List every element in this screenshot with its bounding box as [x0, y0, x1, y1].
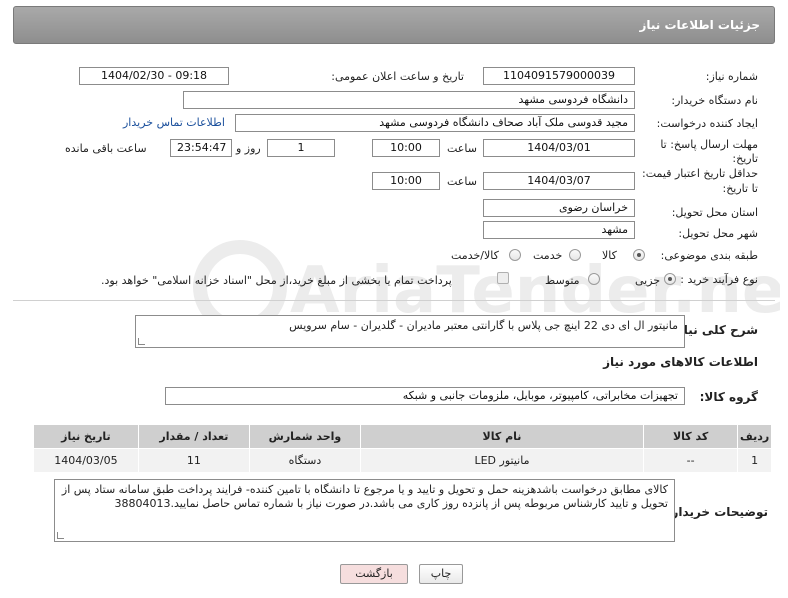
- category-radio-goods-service[interactable]: [509, 249, 521, 261]
- col-need-date: تاریخ نیاز: [33, 424, 139, 449]
- col-quantity: تعداد / مقدار: [137, 424, 250, 449]
- description-text: مانیتور ال ای دی 22 اینچ جی پلاس با گارا…: [289, 319, 678, 332]
- reply-date-field: 1404/03/01: [483, 139, 635, 157]
- price-validity-time-label: ساعت: [447, 175, 477, 188]
- buyer-notes-field: کالای مطابق درخواست باشدهزینه حمل و تحوی…: [54, 479, 675, 542]
- section-divider: [13, 300, 775, 301]
- resize-handle-icon[interactable]: [138, 338, 145, 345]
- goods-group-label: گروه کالا:: [699, 390, 758, 404]
- price-validity-label-2: تا تاریخ:: [722, 182, 758, 195]
- goods-group-field: تجهیزات مخابراتی، کامپیوتر، موبایل، ملزو…: [165, 387, 685, 405]
- category-option-service: خدمت: [533, 249, 563, 262]
- requester-field: مجید قدوسی ملک آباد صحاف دانشگاه فردوسی …: [235, 114, 635, 132]
- treasury-payment-note: پرداخت تمام یا بخشی از مبلغ خرید،از محل …: [101, 274, 452, 287]
- process-radio-minor[interactable]: [664, 273, 676, 285]
- description-field: مانیتور ال ای دی 22 اینچ جی پلاس با گارا…: [135, 315, 685, 348]
- reply-deadline-label-2: تاریخ:: [732, 152, 758, 165]
- need-number-field: 1104091579000039: [483, 67, 635, 85]
- cell-name: مانیتور LED: [360, 448, 644, 473]
- treasury-payment-checkbox[interactable]: [497, 272, 509, 284]
- reply-time-label: ساعت: [447, 142, 477, 155]
- category-radio-service[interactable]: [569, 249, 581, 261]
- province-label: استان محل تحویل:: [671, 206, 758, 219]
- category-label: طبقه بندی موضوعی:: [660, 249, 758, 262]
- cell-quantity: 11: [137, 448, 250, 473]
- table-header-row: ردیف کد کالا نام کالا واحد شمارش تعداد /…: [33, 424, 772, 449]
- resize-handle-icon[interactable]: [57, 532, 64, 539]
- remaining-time-label: ساعت باقی مانده: [65, 142, 147, 155]
- reply-deadline-label-1: مهلت ارسال پاسخ: تا: [660, 138, 758, 151]
- buyer-notes-label: توضیحات خریدار:: [666, 505, 768, 519]
- category-option-goods: کالا: [602, 249, 617, 262]
- requester-label: ایجاد کننده درخواست:: [656, 117, 758, 130]
- category-option-goods-service: کالا/خدمت: [451, 249, 499, 262]
- city-field: مشهد: [483, 221, 635, 239]
- goods-table: ردیف کد کالا نام کالا واحد شمارش تعداد /…: [33, 424, 772, 473]
- cell-need-date: 1404/03/05: [33, 448, 139, 473]
- print-button[interactable]: چاپ: [419, 564, 463, 584]
- price-validity-label-1: حداقل تاریخ اعتبار قیمت:: [642, 167, 758, 180]
- buyer-notes-text: کالای مطابق درخواست باشدهزینه حمل و تحوی…: [61, 483, 668, 510]
- page-header: جزئیات اطلاعات نیاز: [13, 6, 775, 44]
- reply-days-field: 1: [267, 139, 335, 157]
- reply-days-label: روز و: [236, 142, 261, 155]
- process-radio-medium[interactable]: [588, 273, 600, 285]
- price-validity-time-field: 10:00: [372, 172, 440, 190]
- need-number-label: شماره نیاز:: [705, 70, 758, 83]
- buyer-contact-link[interactable]: اطلاعات تماس خریدار: [123, 116, 225, 129]
- col-code: کد کالا: [642, 424, 739, 449]
- process-option-minor: جزیی: [635, 274, 661, 287]
- city-label: شهر محل تحویل:: [678, 227, 758, 240]
- process-option-medium: متوسط: [545, 274, 580, 287]
- buyer-org-field: دانشگاه فردوسی مشهد: [183, 91, 635, 109]
- back-button[interactable]: بازگشت: [340, 564, 408, 584]
- col-unit: واحد شمارش: [248, 424, 362, 449]
- col-row: ردیف: [737, 424, 772, 449]
- goods-section-title: اطلاعات کالاهای مورد نیاز: [603, 355, 758, 369]
- cell-row: 1: [737, 448, 772, 473]
- reply-time-field: 10:00: [372, 139, 440, 157]
- process-label: نوع فرآیند خرید :: [680, 273, 758, 286]
- cell-code: --: [642, 448, 739, 473]
- page-title: جزئیات اطلاعات نیاز: [639, 18, 760, 32]
- announce-date-field: 1404/02/30 - 09:18: [79, 67, 229, 85]
- price-validity-date-field: 1404/03/07: [483, 172, 635, 190]
- col-name: نام کالا: [360, 424, 644, 449]
- announce-date-label: تاریخ و ساعت اعلان عمومی:: [331, 70, 464, 83]
- category-radio-goods[interactable]: [633, 249, 645, 261]
- cell-unit: دستگاه: [248, 448, 362, 473]
- table-row: 1 -- مانیتور LED دستگاه 11 1404/03/05: [33, 448, 772, 473]
- remaining-time-field: 23:54:47: [170, 139, 232, 157]
- buyer-org-label: نام دستگاه خریدار:: [671, 94, 758, 107]
- province-field: خراسان رضوی: [483, 199, 635, 217]
